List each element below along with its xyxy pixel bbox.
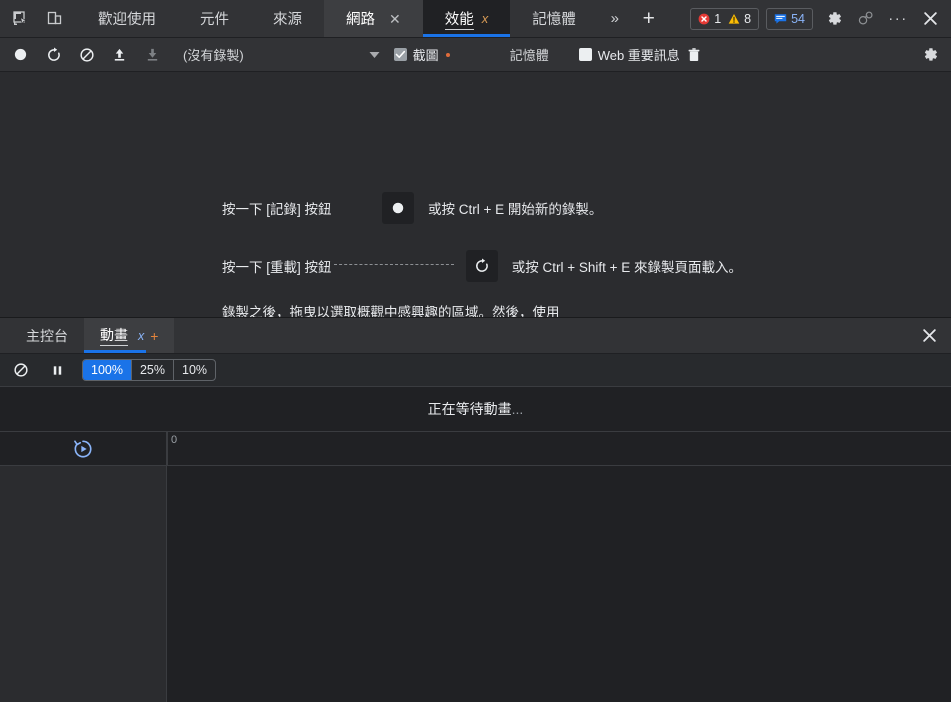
issues-counter-group[interactable]: 1 8 [690, 7, 760, 30]
error-count: 1 [714, 11, 722, 26]
modified-dot-icon [445, 52, 450, 57]
checkbox-unchecked-icon [578, 48, 592, 61]
add-tab-icon[interactable]: + [632, 0, 666, 37]
record-instruction-suffix: 或按 Ctrl + E 開始新的錄製。 [428, 202, 603, 217]
drawer-tab-animations[interactable]: 動畫 x + [84, 318, 175, 353]
replay-icon[interactable] [72, 438, 94, 460]
reload-instruction-suffix: 或按 Ctrl + Shift + E 來錄製頁面載入。 [511, 260, 742, 275]
tab-welcome[interactable]: 歡迎使用 [76, 0, 178, 37]
info-count: 54 [791, 11, 805, 26]
landing-row-reload: 按一下 [重載] 按鈕 或按 Ctrl + Shift + E 來錄製頁面載入。 [222, 250, 742, 282]
tab-network[interactable]: 網路 ✕ [324, 0, 423, 37]
info-badge[interactable]: 54 [774, 12, 805, 26]
landing-reload-button[interactable] [465, 250, 498, 282]
tab-elements[interactable]: 元件 [178, 0, 251, 37]
timeline-tick-label: 0 [171, 434, 178, 446]
waiting-for-animations-message: 正在等待動畫... [0, 387, 951, 432]
close-devtools-icon[interactable] [915, 5, 945, 33]
warning-badge[interactable]: 8 [728, 12, 751, 26]
animation-timeline-body [0, 466, 951, 702]
customize-icon[interactable] [851, 5, 881, 33]
recording-status-label: (沒有錄製) [183, 48, 244, 63]
clear-animations-icon[interactable] [8, 358, 34, 382]
record-button[interactable] [6, 42, 35, 68]
landing-record-button[interactable] [382, 192, 414, 224]
waiting-text: 正在等待動畫 [427, 401, 512, 417]
reload-and-record-button[interactable] [39, 42, 68, 68]
dashed-connector [333, 263, 454, 265]
more-options-icon[interactable]: ··· [883, 5, 913, 33]
clear-button[interactable] [72, 42, 101, 68]
drawer-close-icon[interactable] [907, 318, 951, 353]
warning-count: 8 [744, 11, 752, 26]
landing-row-record: 按一下 [記錄] 按鈕 或按 Ctrl + E 開始新的錄製。 [222, 192, 742, 224]
tab-label: 來源 [273, 12, 302, 28]
inspect-element-icon[interactable] [6, 5, 34, 33]
message-icon [774, 13, 787, 24]
close-icon[interactable]: ✕ [389, 12, 401, 26]
landing-hint-text: 錄製之後，拖曳以選取概觀中感興趣的區域。然後，使用滑 鼠滾輪或 WASD 鍵來縮… [222, 302, 562, 318]
web-vitals-label: Web 重要訊息 [597, 48, 680, 63]
animation-list-sidebar[interactable] [0, 466, 167, 702]
more-tabs-icon[interactable]: » [598, 0, 632, 37]
timeline-controls [0, 432, 167, 465]
load-profile-icon[interactable] [105, 42, 134, 68]
devtools-tabs: 歡迎使用 元件 來源 網路 ✕ 效能 x 記憶體 [76, 0, 598, 37]
tab-label: 記憶體 [532, 12, 576, 28]
timeline-tick [167, 432, 168, 465]
screenshots-label: 截圖 [412, 48, 439, 63]
chevron-down-icon[interactable] [362, 51, 388, 59]
checkbox-checked-icon [393, 48, 407, 61]
drawer-tab-label: 動畫 [100, 325, 128, 346]
hint-line-1: 錄製之後，拖曳以選取概觀中感興趣的區域。然後，使用滑 [222, 305, 560, 318]
speed-option-10[interactable]: 10% [174, 360, 215, 380]
devtools-main-tabbar: 歡迎使用 元件 來源 網路 ✕ 效能 x 記憶體 » + 1 8 54 ··· [0, 0, 951, 38]
tab-sources[interactable]: 來源 [251, 0, 324, 37]
devtools-window: 歡迎使用 元件 來源 網路 ✕ 效能 x 記憶體 » + 1 8 54 ··· … [0, 0, 951, 702]
web-vitals-checkbox[interactable]: Web 重要訊息 [578, 45, 680, 64]
devtools-drawer: 主控台 動畫 x + 100% 25% 10% 正在等待動畫 ... 0 [0, 318, 951, 702]
screenshots-checkbox[interactable]: 截圖 [393, 45, 450, 64]
waiting-ellipsis: ... [511, 401, 524, 417]
settings-gear-icon[interactable] [819, 5, 849, 33]
tab-label: 元件 [200, 12, 229, 28]
capture-settings-gear-icon[interactable] [915, 41, 945, 69]
animation-timeline-track[interactable] [167, 466, 951, 702]
tabbar-right-controls: 1 8 54 ··· [690, 0, 951, 37]
speed-option-25[interactable]: 25% [132, 360, 175, 380]
memory-label: 記憶體 [509, 48, 549, 63]
reload-instruction-prefix: 按一下 [重載] 按鈕 [222, 260, 332, 275]
drawer-tabbar: 主控台 動畫 x + [0, 318, 951, 354]
performance-toolbar: (沒有錄製) 截圖 記憶體 Web 重要訊息 [0, 38, 951, 72]
collect-garbage-icon[interactable] [680, 42, 709, 68]
timeline-ruler[interactable]: 0 [167, 432, 951, 465]
animations-toolbar: 100% 25% 10% [0, 354, 951, 387]
tab-label: 效能 [444, 8, 474, 30]
info-counter-group[interactable]: 54 [766, 7, 813, 30]
speed-option-100[interactable]: 100% [83, 360, 132, 380]
device-toolbar-icon[interactable] [40, 5, 68, 33]
warning-triangle-icon [728, 13, 740, 24]
close-icon[interactable]: x [138, 329, 144, 343]
tab-label: 網路 [346, 12, 375, 28]
error-badge[interactable]: 1 [698, 12, 721, 26]
error-circle-icon [698, 13, 710, 24]
pause-animations-icon[interactable] [44, 358, 70, 382]
save-profile-icon[interactable] [138, 42, 167, 68]
performance-landing-panel: 按一下 [記錄] 按鈕 或按 Ctrl + E 開始新的錄製。 按一下 [重載]… [0, 72, 951, 318]
add-icon[interactable]: + [150, 328, 158, 344]
close-icon[interactable]: x [482, 12, 489, 25]
drawer-tab-console[interactable]: 主控台 [10, 318, 84, 353]
playback-speed-group: 100% 25% 10% [82, 359, 217, 381]
tabbar-left-icons [0, 0, 68, 37]
drawer-tab-label: 主控台 [26, 327, 68, 344]
animation-timeline-header: 0 [0, 432, 951, 466]
landing-instructions: 按一下 [記錄] 按鈕 或按 Ctrl + E 開始新的錄製。 按一下 [重載]… [222, 192, 742, 318]
tab-performance[interactable]: 效能 x [422, 0, 511, 37]
tab-label: 歡迎使用 [98, 12, 156, 28]
record-instruction-prefix: 按一下 [記錄] 按鈕 [222, 202, 332, 217]
tab-memory[interactable]: 記憶體 [510, 0, 598, 37]
